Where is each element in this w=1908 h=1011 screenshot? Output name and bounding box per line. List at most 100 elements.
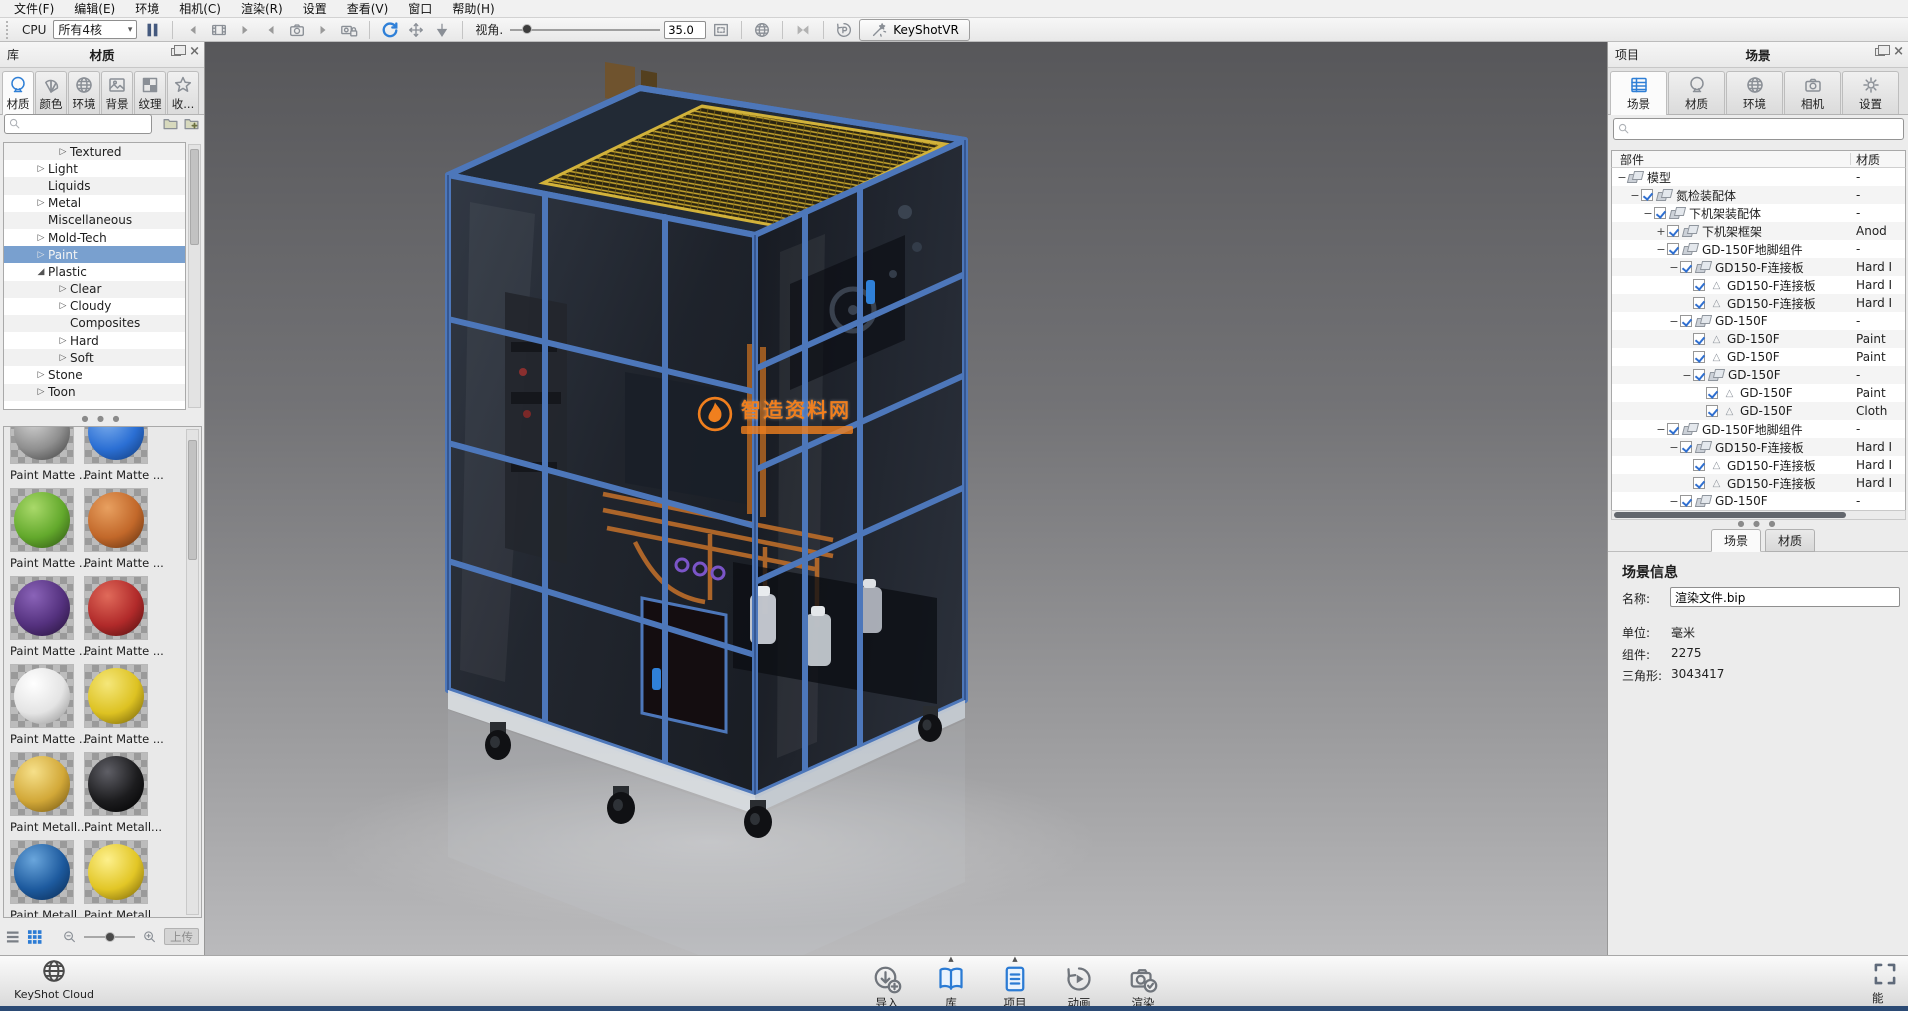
cores-select[interactable]: 所有4核 ▾	[53, 20, 137, 39]
thumbnail-size-slider[interactable]	[84, 930, 134, 944]
queue-button[interactable]	[792, 19, 814, 41]
scene-tree-row[interactable]: △GD-150FPaint	[1612, 384, 1905, 402]
library-tree-item[interactable]: ▷Toon	[4, 384, 185, 401]
expander-collapsed-icon[interactable]: ▷	[34, 370, 48, 380]
visibility-checkbox[interactable]	[1680, 495, 1692, 507]
visibility-checkbox[interactable]	[1680, 261, 1692, 273]
expander-collapsed-icon[interactable]: ▷	[56, 336, 70, 346]
library-tree-item[interactable]: Liquids	[4, 177, 185, 194]
fov-input[interactable]	[664, 21, 706, 39]
material-swatch[interactable]: Paint Metall...	[84, 840, 150, 918]
upload-button[interactable]: 上传	[164, 928, 199, 945]
library-tree-item[interactable]: Composites	[4, 315, 185, 332]
performance-mode-button[interactable]: 能	[1872, 961, 1908, 1006]
scene-tree-row[interactable]: △GD-150FPaint	[1612, 330, 1905, 348]
slider-thumb[interactable]	[105, 932, 115, 942]
expander-collapsed-icon[interactable]: ▷	[34, 387, 48, 397]
library-tree-item[interactable]: ▷Soft	[4, 349, 185, 366]
viewport-3d[interactable]: 智造资料网	[205, 42, 1607, 955]
library-tab-backplate-image[interactable]: 背景	[101, 71, 133, 114]
library-tree-item[interactable]: ▷Stone	[4, 366, 185, 383]
library-tab-material-sphere[interactable]: 材质	[2, 71, 34, 115]
expander-collapsed-icon[interactable]: ▷	[34, 233, 48, 243]
visibility-checkbox[interactable]	[1654, 207, 1666, 219]
undock-icon[interactable]	[1875, 48, 1885, 56]
library-tab-environment-globe[interactable]: 环境	[68, 71, 100, 114]
expander-expanded-icon[interactable]: −	[1655, 243, 1667, 256]
library-search[interactable]	[4, 114, 152, 134]
slider-thumb[interactable]	[522, 24, 532, 34]
project-tab-settings-gear[interactable]: 设置	[1842, 71, 1899, 114]
library-tree-item[interactable]: ▷Hard	[4, 332, 185, 349]
scene-tree-row[interactable]: △GD-150FCloth	[1612, 402, 1905, 420]
scene-tree-row[interactable]: △GD150-F连接板Hard I	[1612, 294, 1905, 312]
expander-collapsed-icon[interactable]: ▷	[34, 198, 48, 208]
toolbar-grip[interactable]	[6, 21, 11, 39]
reset-camera-button[interactable]	[379, 19, 401, 41]
pan-button[interactable]	[405, 19, 427, 41]
undock-icon[interactable]	[171, 48, 181, 56]
expander-expanded-icon[interactable]: −	[1642, 207, 1654, 220]
expander-collapsed-icon[interactable]: ▷	[56, 353, 70, 363]
project-tab-environment-globe[interactable]: 环境	[1726, 71, 1783, 114]
scene-tree-row[interactable]: △GD150-F连接板Hard I	[1612, 276, 1905, 294]
scene-tree-row[interactable]: −GD-150F-	[1612, 366, 1905, 384]
library-tree-item[interactable]: ▷Mold-Tech	[4, 229, 185, 246]
library-tab-favorites-star[interactable]: 收...	[167, 71, 199, 114]
close-icon[interactable]: ×	[189, 47, 200, 57]
menu-item[interactable]: 窗口	[398, 0, 442, 18]
material-swatch[interactable]: Paint Matte ...	[10, 576, 76, 664]
project-tab-camera[interactable]: 相机	[1784, 71, 1841, 114]
menu-item[interactable]: 渲染(R)	[231, 0, 293, 18]
pause-button[interactable]	[141, 19, 163, 41]
library-search-input[interactable]	[22, 117, 151, 131]
project-splitter[interactable]: ● ● ●	[1608, 519, 1908, 528]
expander-collapsed-icon[interactable]: ▷	[34, 250, 48, 260]
dock-item-book[interactable]: ▲库	[924, 956, 978, 1011]
scene-search-input[interactable]	[1631, 122, 1903, 136]
dolly-button[interactable]	[431, 19, 453, 41]
dock-item-render-camera[interactable]: 渲染	[1116, 956, 1170, 1011]
menu-item[interactable]: 帮助(H)	[442, 0, 504, 18]
visibility-checkbox[interactable]	[1693, 477, 1705, 489]
scene-tree-row[interactable]: −GD-150F-	[1612, 492, 1905, 510]
zoom-in-icon[interactable]	[142, 929, 157, 945]
expander-expanded-icon[interactable]: ◢	[34, 267, 48, 277]
material-swatch[interactable]: Paint Matte ...	[10, 426, 76, 488]
library-tree-item[interactable]: ▷Textured	[4, 143, 185, 160]
column-divider[interactable]	[1850, 153, 1851, 165]
expander-collapsed-icon[interactable]: ▷	[56, 301, 70, 311]
library-tree-item[interactable]: ▷Clear	[4, 281, 185, 298]
visibility-checkbox[interactable]	[1667, 243, 1679, 255]
expander-collapsed-icon[interactable]: +	[1655, 225, 1667, 238]
close-icon[interactable]: ×	[1893, 47, 1904, 57]
visibility-checkbox[interactable]	[1693, 333, 1705, 345]
library-tree-item[interactable]: ▷Paint	[4, 246, 185, 263]
folder-icon[interactable]	[162, 115, 179, 132]
dock-item-animation[interactable]: 动画	[1052, 956, 1106, 1011]
expander-expanded-icon[interactable]: −	[1681, 369, 1693, 382]
visibility-checkbox[interactable]	[1693, 279, 1705, 291]
library-tab-texture-checker[interactable]: 纹理	[134, 71, 166, 114]
expander-collapsed-icon[interactable]: ▷	[56, 284, 70, 294]
bottom-tab-scene[interactable]: 场景	[1711, 529, 1761, 552]
prev-camera-button[interactable]	[260, 19, 282, 41]
project-tab-material-sphere[interactable]: 材质	[1668, 71, 1725, 114]
scene-tree-row[interactable]: −模型-	[1612, 168, 1905, 186]
scene-tree-row[interactable]: −氮检装配体-	[1612, 186, 1905, 204]
expander-expanded-icon[interactable]: −	[1668, 495, 1680, 508]
expander-expanded-icon[interactable]: −	[1655, 423, 1667, 436]
library-splitter[interactable]: ● ● ●	[0, 414, 204, 423]
keyshot-cloud-button[interactable]: KeyShot Cloud	[8, 958, 100, 1001]
material-swatch[interactable]: Paint Matte ...	[10, 664, 76, 752]
scene-search[interactable]	[1613, 118, 1904, 140]
scene-tree-row[interactable]: −下机架装配体-	[1612, 204, 1905, 222]
material-swatch[interactable]: Paint Matte ...	[84, 664, 150, 752]
prev-frame-button[interactable]	[182, 19, 204, 41]
scene-tree-row[interactable]: −GD-150F地脚组件-	[1612, 420, 1905, 438]
material-swatch[interactable]: Paint Matte ...	[84, 488, 150, 576]
visibility-checkbox[interactable]	[1706, 387, 1718, 399]
menu-item[interactable]: 设置	[293, 0, 337, 18]
menu-item[interactable]: 编辑(E)	[64, 0, 125, 18]
visibility-checkbox[interactable]	[1693, 369, 1705, 381]
